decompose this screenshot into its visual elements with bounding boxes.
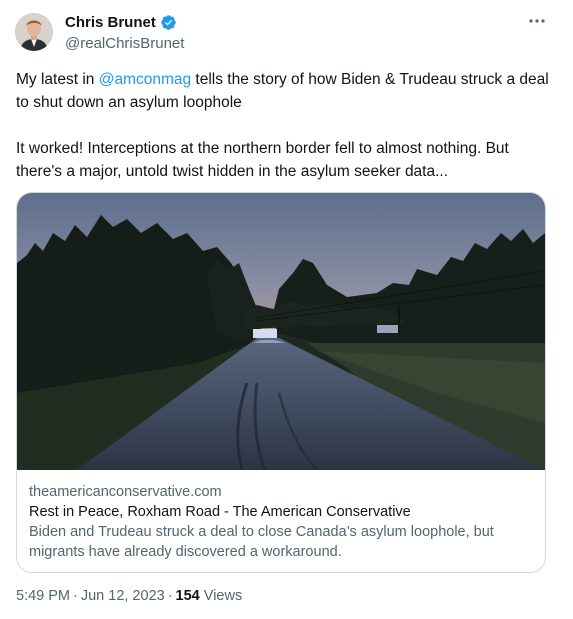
author-name-text: Chris Brunet	[65, 14, 156, 31]
tweet-text: My latest in @amconmag tells the story o…	[16, 68, 556, 183]
views-label: Views	[203, 588, 243, 604]
tweet-container: Chris Brunet @realChrisBrunet My latest …	[0, 0, 573, 619]
card-domain: theamericanconservative.com	[29, 484, 222, 500]
card-image	[17, 193, 545, 470]
card-meta: theamericanconservative.com Rest in Peac…	[29, 482, 534, 562]
avatar-photo	[15, 13, 53, 51]
tweet-paragraph-1: My latest in @amconmag tells the story o…	[16, 68, 556, 114]
card-description: Biden and Trudeau struck a deal to close…	[29, 524, 494, 560]
separator-dot: ·	[167, 588, 173, 604]
mention-link[interactable]: @amconmag	[99, 71, 191, 88]
views-count: 154	[175, 588, 200, 604]
author-name[interactable]: Chris Brunet	[65, 14, 177, 31]
tweet-paragraph-2: It worked! Interceptions at the northern…	[16, 140, 509, 180]
separator-dot: ·	[73, 588, 78, 604]
card-title: Rest in Peace, Roxham Road - The America…	[29, 504, 411, 520]
avatar[interactable]	[15, 13, 53, 51]
link-preview-card[interactable]: theamericanconservative.com Rest in Peac…	[16, 192, 546, 573]
timestamp-link[interactable]: 5:49 PM · Jun 12, 2023	[16, 588, 165, 604]
author-handle[interactable]: @realChrisBrunet	[65, 35, 184, 52]
post-date: Jun 12, 2023	[80, 588, 165, 604]
more-horizontal-icon[interactable]	[526, 10, 548, 32]
verified-badge-icon	[160, 14, 177, 31]
post-time: 5:49 PM	[16, 588, 70, 604]
timestamp-row: 5:49 PM · Jun 12, 2023 · 154 Views	[16, 588, 242, 604]
tweet-text-intro: My latest in	[16, 71, 99, 88]
